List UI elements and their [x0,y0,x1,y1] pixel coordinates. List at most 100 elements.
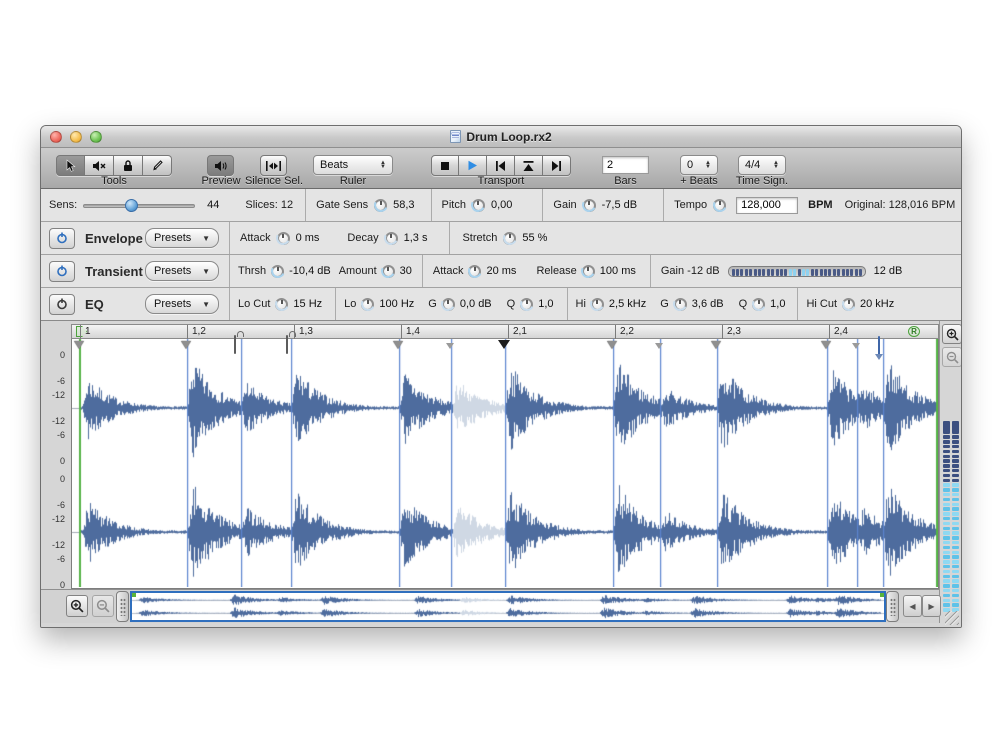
level-meter-segment [943,498,950,501]
transient-title: Transient [85,264,145,279]
slice-marker-tri-sel[interactable] [878,336,880,355]
envelope-power-button[interactable] [49,228,75,249]
eq-presets-dropdown[interactable]: Presets▼ [145,294,219,314]
go-to-start-button[interactable] [487,155,515,176]
play-button[interactable] [459,155,487,176]
ruler-tick-label: 2,1 [513,326,527,337]
slice-marker-tri-sm[interactable] [852,343,860,349]
slice-marker-tri[interactable] [393,341,403,349]
eq-q1-knob[interactable] [520,298,533,311]
mute-speaker-icon [92,160,107,172]
db-tick-label: -12 [52,514,65,524]
loop-overview[interactable] [130,591,886,622]
transient-power-button[interactable] [49,261,75,282]
slice-marker-lane[interactable] [71,339,939,355]
waveform-canvas[interactable] [72,339,938,587]
silence-selection-button[interactable] [260,155,287,176]
right-locator-flag[interactable]: R [908,326,920,337]
lock-tool-button[interactable] [114,155,143,176]
eq-hi-knob[interactable] [591,298,604,311]
vertical-zoom-out-button[interactable] [942,347,962,367]
env-attack-knob[interactable] [277,232,290,245]
go-to-top-button[interactable] [515,155,543,176]
hicut-knob[interactable] [842,298,855,311]
thrsh-knob[interactable] [271,265,284,278]
pitch-knob[interactable] [472,199,485,212]
release-label: Release [536,265,576,277]
slice-marker-tri-sm[interactable] [446,343,454,349]
slice-marker-tri-sm[interactable] [655,343,663,349]
scroll-right-button[interactable]: ▶ [922,595,941,617]
slice-marker-lock[interactable] [234,335,236,354]
overview-bar: ◀ ▶ [41,589,939,623]
trans-attack-knob[interactable] [468,265,481,278]
db-tick-label: -6 [57,500,65,510]
slider-thumb[interactable] [125,199,138,212]
overview-left-handle[interactable] [116,591,129,622]
level-meter-segment [952,455,959,458]
scroll-left-button[interactable]: ◀ [903,595,922,617]
time-signature-stepper[interactable]: 4/4 ▲▼ [738,155,786,175]
arrow-tool-button[interactable] [56,155,85,176]
envelope-title: Envelope [85,231,145,246]
time-signature-label: Time Sign. [727,175,797,187]
transient-presets-dropdown[interactable]: Presets▼ [145,261,219,281]
tempo-value: 128,000 [741,199,781,211]
eq-g1-knob[interactable] [442,298,455,311]
bars-input[interactable]: 2 [602,156,649,174]
level-meter-segment [943,599,950,602]
overview-right-handle[interactable] [886,591,899,622]
tempo-label: Tempo [674,199,707,211]
eq-g2-knob[interactable] [674,298,687,311]
slice-marker-tri[interactable] [607,341,617,349]
time-signature-value: 4/4 [745,159,760,171]
beat-ruler[interactable]: R 11,21,31,42,12,22,32,4 [71,324,939,339]
presets-label: Presets [154,232,191,244]
sens-slider[interactable] [83,199,195,212]
resize-grip[interactable] [945,611,959,625]
silence-selection-label: Silence Sel. [237,175,311,187]
preview-button[interactable] [207,155,234,176]
pencil-tool-button[interactable] [143,155,172,176]
eq-power-button[interactable] [49,294,75,315]
slice-marker-tri-dark[interactable] [498,340,510,349]
slice-marker-tri[interactable] [74,341,84,349]
tempo-input[interactable]: 128,000 [736,197,798,214]
overview-canvas[interactable] [132,593,884,620]
horizontal-zoom-in-button[interactable] [66,595,88,617]
stop-button[interactable] [431,155,459,176]
title-bar[interactable]: Drum Loop.rx2 [41,126,961,148]
minimize-button[interactable] [70,131,82,143]
horizontal-zoom-out-button[interactable] [92,595,114,617]
locut-knob[interactable] [275,298,288,311]
transient-meter-segment [820,269,823,276]
transient-gain-meter[interactable] [728,266,866,277]
zoom-button[interactable] [90,131,102,143]
close-button[interactable] [50,131,62,143]
eq-q2-knob[interactable] [752,298,765,311]
tempo-knob[interactable] [713,199,726,212]
amount-knob[interactable] [382,265,395,278]
slice-marker-lock[interactable] [286,335,288,354]
env-decay-knob[interactable] [385,232,398,245]
release-knob[interactable] [582,265,595,278]
env-stretch-knob[interactable] [503,232,516,245]
slice-marker-tri[interactable] [821,341,831,349]
gate-sens-value: 58,3 [393,199,414,211]
envelope-presets-dropdown[interactable]: Presets▼ [145,228,219,248]
eq-lo-knob[interactable] [361,298,374,311]
go-to-end-button[interactable] [543,155,571,176]
mute-tool-button[interactable] [85,155,114,176]
gain-knob[interactable] [583,199,596,212]
transient-meter-segment [732,269,735,276]
vertical-zoom-in-button[interactable] [942,324,962,344]
level-meter-segment [952,469,959,472]
transient-meter-segment [837,269,840,276]
slice-marker-tri[interactable] [181,341,191,349]
ruler-units-dropdown[interactable]: Beats ▲▼ [313,155,393,175]
waveform-display[interactable] [71,339,939,589]
gate-sens-knob[interactable] [374,199,387,212]
to-top-icon [523,161,534,171]
slice-marker-tri[interactable] [711,341,721,349]
plus-beats-stepper[interactable]: 0 ▲▼ [680,155,718,175]
